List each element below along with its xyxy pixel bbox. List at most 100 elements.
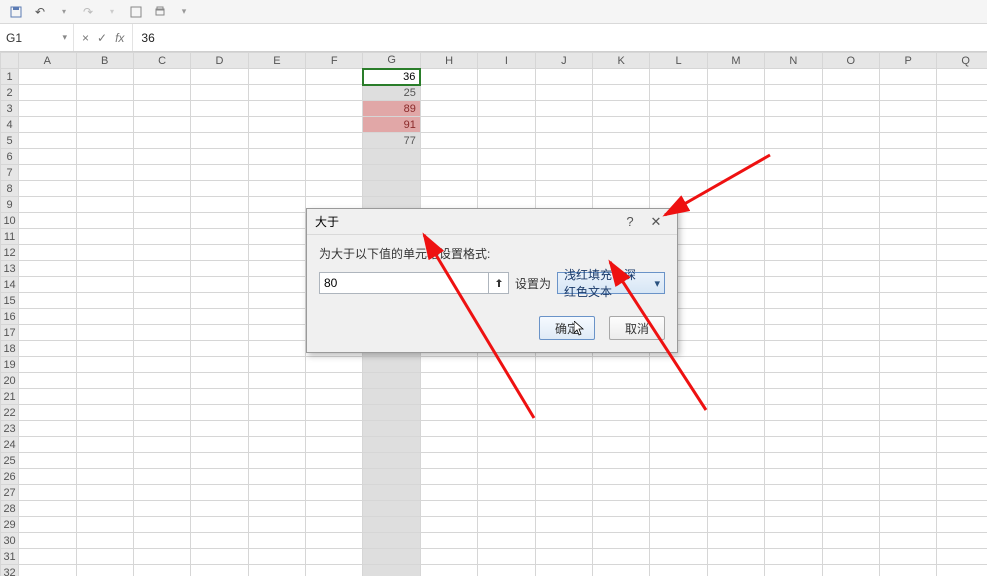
cell[interactable]: [937, 149, 987, 165]
cell[interactable]: [707, 421, 764, 437]
cell[interactable]: [535, 165, 592, 181]
column-header[interactable]: P: [879, 53, 936, 69]
cell[interactable]: [707, 245, 764, 261]
cell[interactable]: [19, 229, 76, 245]
cell[interactable]: [19, 405, 76, 421]
cell[interactable]: [707, 197, 764, 213]
cell[interactable]: [306, 165, 363, 181]
cell[interactable]: [937, 309, 987, 325]
cell[interactable]: [19, 469, 76, 485]
cell[interactable]: [306, 389, 363, 405]
cell[interactable]: [19, 149, 76, 165]
cell[interactable]: [650, 149, 707, 165]
cell[interactable]: [879, 565, 936, 576]
cell[interactable]: [650, 373, 707, 389]
cell[interactable]: [248, 501, 305, 517]
cell[interactable]: [879, 341, 936, 357]
row-header[interactable]: 24: [1, 437, 19, 453]
cell[interactable]: [765, 405, 822, 421]
cell[interactable]: [19, 501, 76, 517]
cell[interactable]: [76, 357, 133, 373]
cell[interactable]: [937, 133, 987, 149]
cell[interactable]: [593, 485, 650, 501]
threshold-input[interactable]: [319, 272, 509, 294]
cell[interactable]: [133, 277, 190, 293]
cell[interactable]: [593, 405, 650, 421]
cell[interactable]: [879, 69, 936, 85]
cell[interactable]: [593, 101, 650, 117]
column-header[interactable]: L: [650, 53, 707, 69]
undo-dropdown-icon[interactable]: ▾: [54, 2, 74, 22]
cell[interactable]: [76, 181, 133, 197]
cell[interactable]: [306, 101, 363, 117]
cell[interactable]: [707, 405, 764, 421]
cell[interactable]: [650, 437, 707, 453]
cell[interactable]: [937, 373, 987, 389]
cell[interactable]: [650, 501, 707, 517]
cell[interactable]: [822, 453, 879, 469]
cell[interactable]: [191, 469, 248, 485]
cell[interactable]: [191, 149, 248, 165]
cell[interactable]: [765, 197, 822, 213]
cell[interactable]: [133, 181, 190, 197]
cell[interactable]: [19, 85, 76, 101]
cell[interactable]: [822, 85, 879, 101]
row-header[interactable]: 22: [1, 405, 19, 421]
cell[interactable]: [19, 197, 76, 213]
cell[interactable]: [478, 181, 535, 197]
cell[interactable]: [879, 517, 936, 533]
cell[interactable]: [937, 197, 987, 213]
cell[interactable]: [707, 117, 764, 133]
row-header[interactable]: 3: [1, 101, 19, 117]
cell[interactable]: [879, 261, 936, 277]
cell[interactable]: [937, 437, 987, 453]
cell[interactable]: [306, 469, 363, 485]
cell[interactable]: [478, 357, 535, 373]
cell[interactable]: [133, 293, 190, 309]
cell[interactable]: [76, 101, 133, 117]
cell[interactable]: [937, 533, 987, 549]
cell[interactable]: [822, 261, 879, 277]
column-header[interactable]: D: [191, 53, 248, 69]
cell[interactable]: [593, 149, 650, 165]
cell[interactable]: [191, 453, 248, 469]
cell[interactable]: [937, 85, 987, 101]
name-box-dropdown-icon[interactable]: ▾: [62, 32, 67, 43]
cell[interactable]: [19, 277, 76, 293]
cell[interactable]: [707, 69, 764, 85]
cell[interactable]: [191, 405, 248, 421]
cell[interactable]: [707, 549, 764, 565]
cell[interactable]: [420, 501, 477, 517]
cell[interactable]: [879, 405, 936, 421]
cell[interactable]: [191, 69, 248, 85]
cell[interactable]: [822, 101, 879, 117]
cell[interactable]: [937, 213, 987, 229]
cell[interactable]: [76, 309, 133, 325]
cell[interactable]: [478, 549, 535, 565]
cell[interactable]: [420, 133, 477, 149]
cell[interactable]: [248, 437, 305, 453]
row-header[interactable]: 18: [1, 341, 19, 357]
cell[interactable]: [306, 405, 363, 421]
column-header[interactable]: N: [765, 53, 822, 69]
cell[interactable]: [420, 565, 477, 576]
cell[interactable]: [76, 437, 133, 453]
cell[interactable]: [822, 117, 879, 133]
cell[interactable]: [191, 485, 248, 501]
cell[interactable]: [191, 533, 248, 549]
cell[interactable]: [535, 469, 592, 485]
cell[interactable]: [937, 405, 987, 421]
cell[interactable]: [650, 133, 707, 149]
cell[interactable]: [707, 565, 764, 576]
cell[interactable]: [650, 485, 707, 501]
cell[interactable]: [707, 453, 764, 469]
cell[interactable]: [76, 405, 133, 421]
cell[interactable]: [937, 357, 987, 373]
cell[interactable]: [248, 197, 305, 213]
row-header[interactable]: 16: [1, 309, 19, 325]
cell[interactable]: [879, 373, 936, 389]
cell[interactable]: [937, 325, 987, 341]
cell[interactable]: [478, 565, 535, 576]
cell[interactable]: [133, 229, 190, 245]
cell[interactable]: [19, 549, 76, 565]
